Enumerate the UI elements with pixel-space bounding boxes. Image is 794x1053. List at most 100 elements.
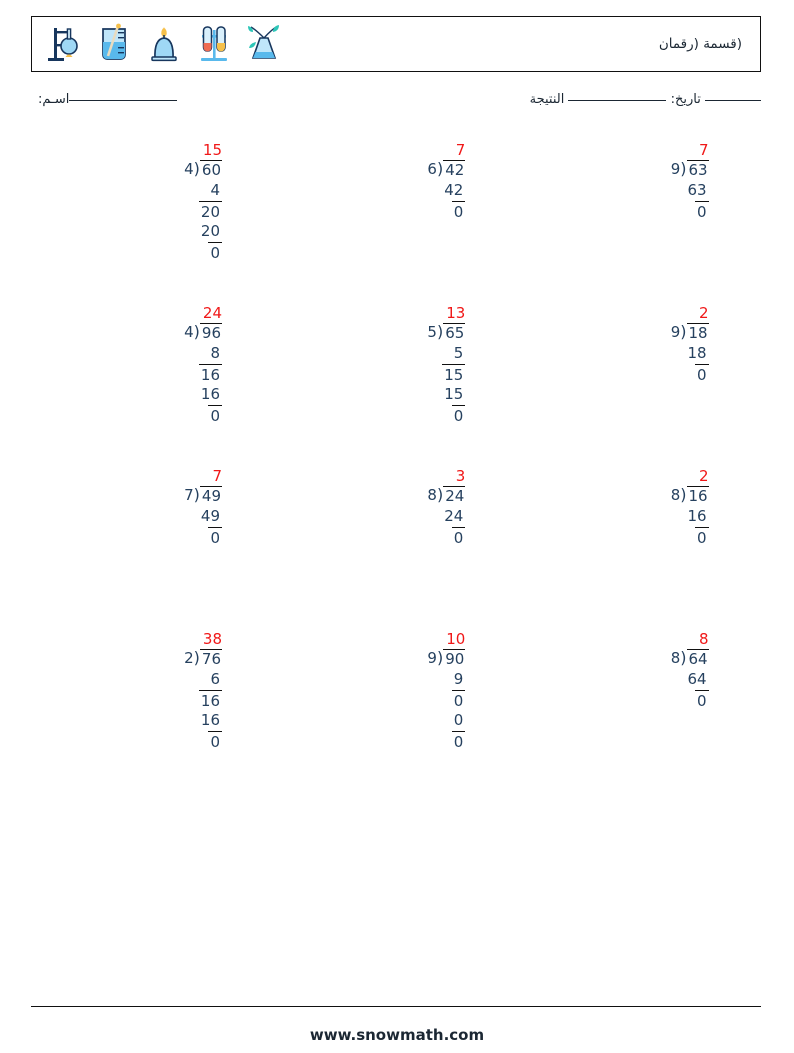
- divisor-dividend-row: 5) 65: [358, 323, 478, 343]
- divisor: 2: [184, 649, 194, 667]
- problem-cell: 7 6) 42 42 0: [274, 140, 517, 303]
- work-step-value: 24: [444, 507, 464, 525]
- work-step: 63: [602, 180, 722, 201]
- score-blank-line[interactable]: [568, 100, 667, 101]
- problem-cell: 15 4) 60 4 20 20 0: [31, 140, 274, 303]
- divisor-dividend-row: 4) 60: [115, 160, 235, 180]
- dividend: 60: [199, 160, 222, 179]
- quotient-answer: 15: [202, 141, 222, 159]
- page-title: (قسمة (رقمان: [658, 36, 742, 52]
- divisor: 9: [427, 649, 437, 667]
- work-step: 49: [115, 506, 235, 527]
- quotient-answer: 2: [699, 467, 709, 485]
- work-step-value: 0: [451, 200, 466, 221]
- work-step: 20: [115, 221, 235, 242]
- long-division-problem: 7 6) 42 42 0: [358, 140, 478, 221]
- work-step-value: 63: [687, 181, 707, 199]
- work-step-value: 64: [687, 670, 707, 688]
- work-step-value: 0: [451, 404, 466, 425]
- work-step: 16: [115, 710, 235, 731]
- divisor-dividend-row: 6) 42: [358, 160, 478, 180]
- work-step-with-rule: 20: [115, 200, 235, 222]
- work-step-value: 0: [695, 689, 709, 710]
- problem-cell: 24 4) 96 8 16 16 0: [31, 303, 274, 466]
- long-division-problem: 3 8) 24 24 0: [358, 466, 478, 547]
- quotient-answer: 13: [446, 304, 466, 322]
- divisor-dividend-row: 8) 64: [602, 649, 722, 669]
- work-step-with-rule: 16: [115, 363, 235, 385]
- quotient-answer: 7: [212, 467, 222, 485]
- date-blank-line[interactable]: [705, 100, 761, 101]
- work-step-with-rule: 0: [115, 526, 235, 548]
- work-step-value: 16: [687, 507, 707, 525]
- work-step-with-rule: 0: [358, 200, 478, 222]
- work-step-value: 49: [200, 507, 220, 525]
- problem-cell: 2 8) 16 16 0: [518, 466, 761, 629]
- divisor-dividend-row: 4) 96: [115, 323, 235, 343]
- footer-divider: [31, 1006, 761, 1007]
- work-step-value: 16: [200, 385, 220, 403]
- divisor: 4: [184, 160, 194, 178]
- long-division-problem: 10 9) 90 9 0 0 0: [358, 629, 478, 751]
- divisor: 8: [670, 649, 681, 667]
- work-step-value: 0: [451, 526, 466, 547]
- long-division-problem: 15 4) 60 4 20 20 0: [115, 140, 235, 262]
- work-step: 9: [358, 669, 478, 690]
- long-division-problem: 7 7) 49 49 0: [115, 466, 235, 547]
- test-tube-rack-icon: [201, 26, 227, 61]
- problem-cell: 3 8) 24 24 0: [274, 466, 517, 629]
- dividend: 49: [199, 486, 222, 505]
- divisor: 4: [184, 323, 194, 341]
- work-step-value: 4: [210, 181, 220, 199]
- problem-cell: 2 9) 18 18 0: [518, 303, 761, 466]
- work-step-value: 0: [208, 730, 222, 751]
- divisor-dividend-row: 9) 63: [602, 160, 722, 180]
- work-step: 8: [115, 343, 235, 364]
- divisor-dividend-row: 9) 18: [602, 323, 722, 343]
- problem-cell: 7 9) 63 63 0: [518, 140, 761, 303]
- dividend: 76: [199, 649, 222, 668]
- dividend: 24: [443, 486, 466, 505]
- clipart-strip: [32, 17, 286, 71]
- score-label: النتيجة: [529, 92, 565, 107]
- name-blank-line[interactable]: [69, 100, 178, 101]
- work-step-with-rule: 0: [602, 200, 722, 222]
- beaker-icon: [102, 23, 126, 60]
- dividend: 96: [199, 323, 222, 342]
- work-step: 0: [358, 710, 478, 731]
- divisor: 7: [184, 486, 194, 504]
- work-step-value: 42: [444, 181, 464, 199]
- work-step-value: 0: [451, 730, 466, 751]
- flask-stand-icon: [48, 28, 78, 61]
- problem-row: 7 7) 49 49 0 3 8) 24 24 0 2 8) 16 16 0: [31, 466, 761, 629]
- work-step-value: 0: [695, 200, 709, 221]
- work-step-value: 5: [453, 344, 464, 362]
- dividend: 16: [686, 486, 709, 505]
- work-step-with-rule: 16: [115, 689, 235, 711]
- quotient-answer: 2: [699, 304, 709, 322]
- problem-cell: 7 7) 49 49 0: [31, 466, 274, 629]
- divisor-dividend-row: 8) 16: [602, 486, 722, 506]
- quotient-answer: 8: [699, 630, 709, 648]
- work-step-value: 20: [200, 222, 220, 240]
- long-division-problem: 38 2) 76 6 16 16 0: [115, 629, 235, 751]
- footer-website: www.snowmath.com: [309, 1026, 485, 1044]
- work-step: 15: [358, 384, 478, 405]
- problem-cell: 38 2) 76 6 16 16 0: [31, 629, 274, 792]
- long-division-problem: 2 9) 18 18 0: [602, 303, 722, 384]
- work-step-value: 16: [200, 711, 220, 729]
- divisor-dividend-row: 9) 90: [358, 649, 478, 669]
- dividend: 90: [443, 649, 466, 668]
- name-field-group: اسـم:: [38, 92, 178, 107]
- problems-grid: 15 4) 60 4 20 20 0 7 6) 42 42 0 7 9) 63 63 0 24 4) 96 8 16 16 0…: [31, 140, 761, 792]
- work-step-with-rule: 0: [358, 689, 478, 711]
- divisor: 8: [427, 486, 437, 504]
- quotient-answer: 10: [446, 630, 466, 648]
- work-step-value: 20: [198, 200, 222, 221]
- work-step-with-rule: 0: [115, 241, 235, 263]
- work-step: 16: [602, 506, 722, 527]
- divisor: 5: [427, 323, 437, 341]
- name-label: اسـم:: [38, 92, 70, 107]
- divisor: 8: [670, 486, 681, 504]
- problem-cell: 8 8) 64 64 0: [518, 629, 761, 792]
